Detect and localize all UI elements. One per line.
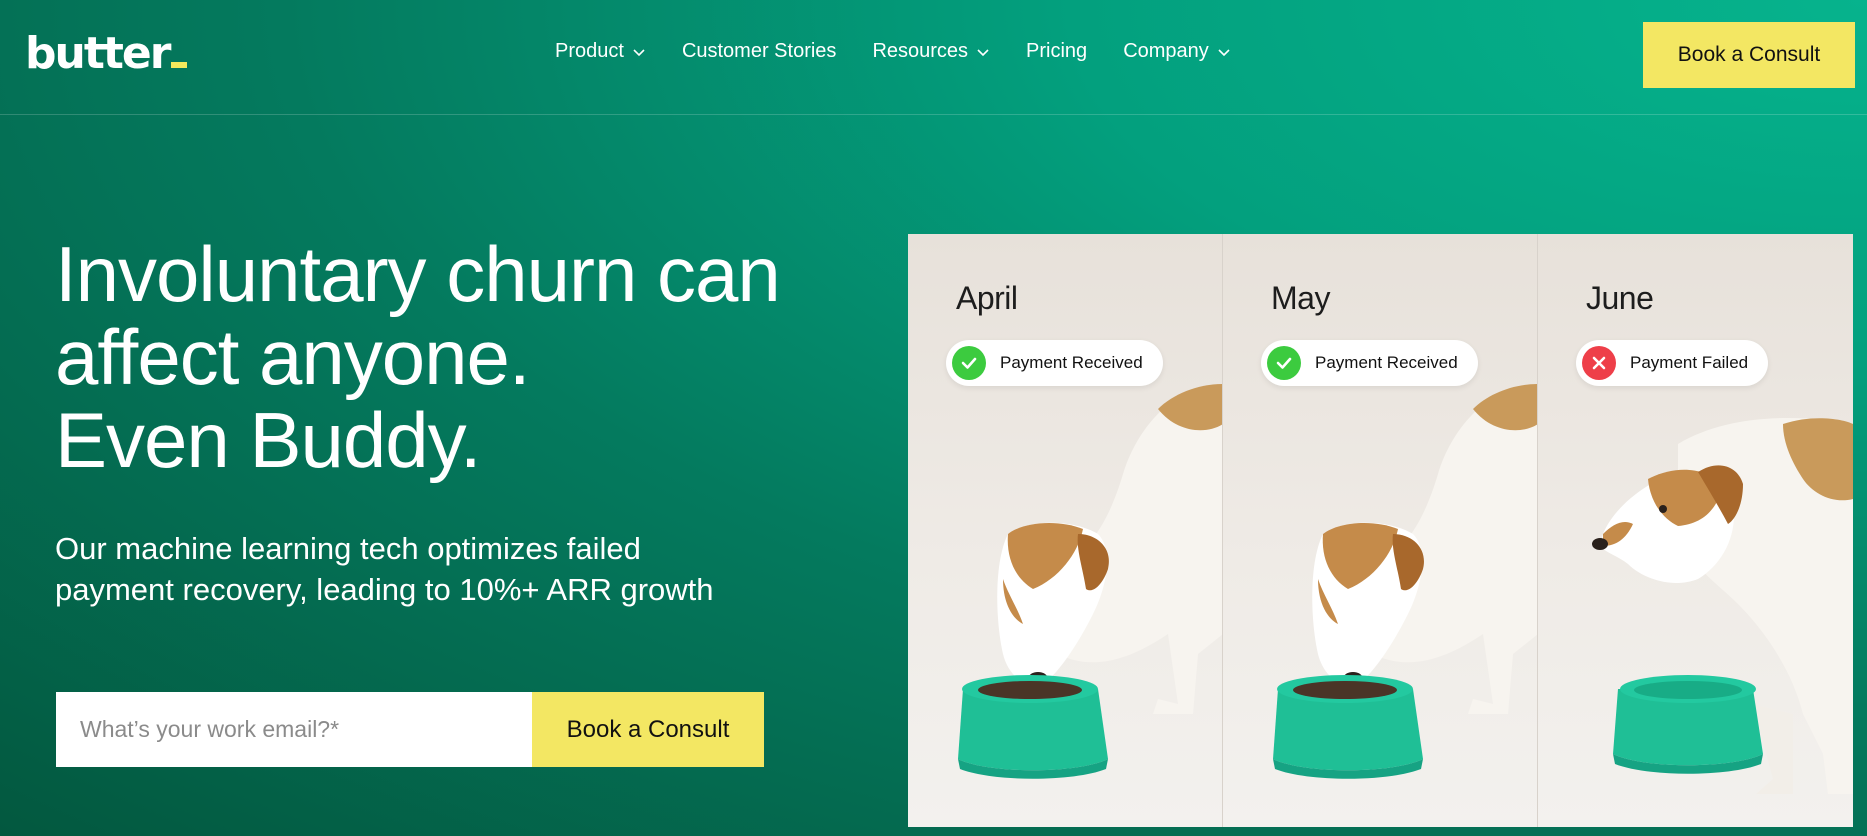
chevron-down-icon — [1218, 48, 1230, 56]
hero-subtitle: Our machine learning tech optimizes fail… — [55, 528, 775, 610]
month-label: May — [1271, 280, 1330, 316]
hero-title-line: affect anyone. — [55, 313, 531, 401]
nav-item-company[interactable]: Company — [1123, 40, 1231, 63]
nav-item-label: Product — [555, 40, 624, 62]
header-book-consult-button[interactable]: Book a Consult — [1643, 22, 1855, 88]
nav-item-product[interactable]: Product — [555, 40, 646, 63]
payment-status-badge: Payment Failed — [1576, 340, 1769, 386]
logo-text: butter — [25, 28, 171, 79]
nav-item-label: Pricing — [1026, 40, 1088, 62]
payment-status-badge: Payment Received — [1261, 340, 1478, 386]
site-header: butter Product Customer Stories Resource… — [0, 0, 1867, 115]
nav-item-label: Company — [1123, 40, 1209, 62]
illustration-panel-may: May Payment Received — [1223, 234, 1538, 827]
illustration-panel-june: June Payment Failed — [1538, 234, 1853, 827]
form-book-consult-button[interactable]: Book a Consult — [532, 692, 764, 767]
check-icon — [1267, 346, 1301, 380]
nav-item-label: Resources — [872, 40, 969, 62]
nav-item-customer-stories[interactable]: Customer Stories — [682, 40, 837, 63]
payment-status-badge: Payment Received — [946, 340, 1163, 386]
nav-item-label: Customer Stories — [681, 40, 837, 62]
consult-form: Book a Consult — [56, 692, 764, 767]
hero-title-line: Involuntary churn can — [55, 230, 781, 318]
work-email-input[interactable] — [56, 692, 532, 767]
logo-underscore-mark — [171, 62, 188, 68]
check-icon — [952, 346, 986, 380]
hero-title-line: Even Buddy. — [55, 396, 482, 484]
x-icon — [1582, 346, 1616, 380]
churn-illustration: April Payment Received May Payment Recei… — [908, 234, 1853, 827]
main-nav: Product Customer Stories Resources Prici… — [555, 40, 1267, 63]
dog-eating-image — [1273, 384, 1537, 779]
hero-title: Involuntary churn can affect anyone. Eve… — [55, 233, 875, 482]
month-label: April — [956, 280, 1018, 316]
month-label: June — [1586, 280, 1654, 316]
nav-item-resources[interactable]: Resources — [872, 40, 990, 63]
illustration-panel-april: April Payment Received — [908, 234, 1223, 827]
chevron-down-icon — [977, 48, 989, 56]
chevron-down-icon — [633, 48, 645, 56]
dog-looking-away-image — [1592, 418, 1853, 794]
payment-status-text: Payment Received — [1315, 353, 1458, 372]
nav-item-pricing[interactable]: Pricing — [1026, 40, 1087, 63]
dog-eating-image — [958, 384, 1222, 779]
hero-subtitle-line: Our machine learning tech optimizes fail… — [55, 531, 641, 566]
butter-logo[interactable]: butter — [25, 28, 188, 79]
payment-status-text: Payment Failed — [1630, 353, 1749, 372]
hero-subtitle-line: payment recovery, leading to 10%+ ARR gr… — [55, 572, 714, 607]
payment-status-text: Payment Received — [1000, 353, 1143, 372]
